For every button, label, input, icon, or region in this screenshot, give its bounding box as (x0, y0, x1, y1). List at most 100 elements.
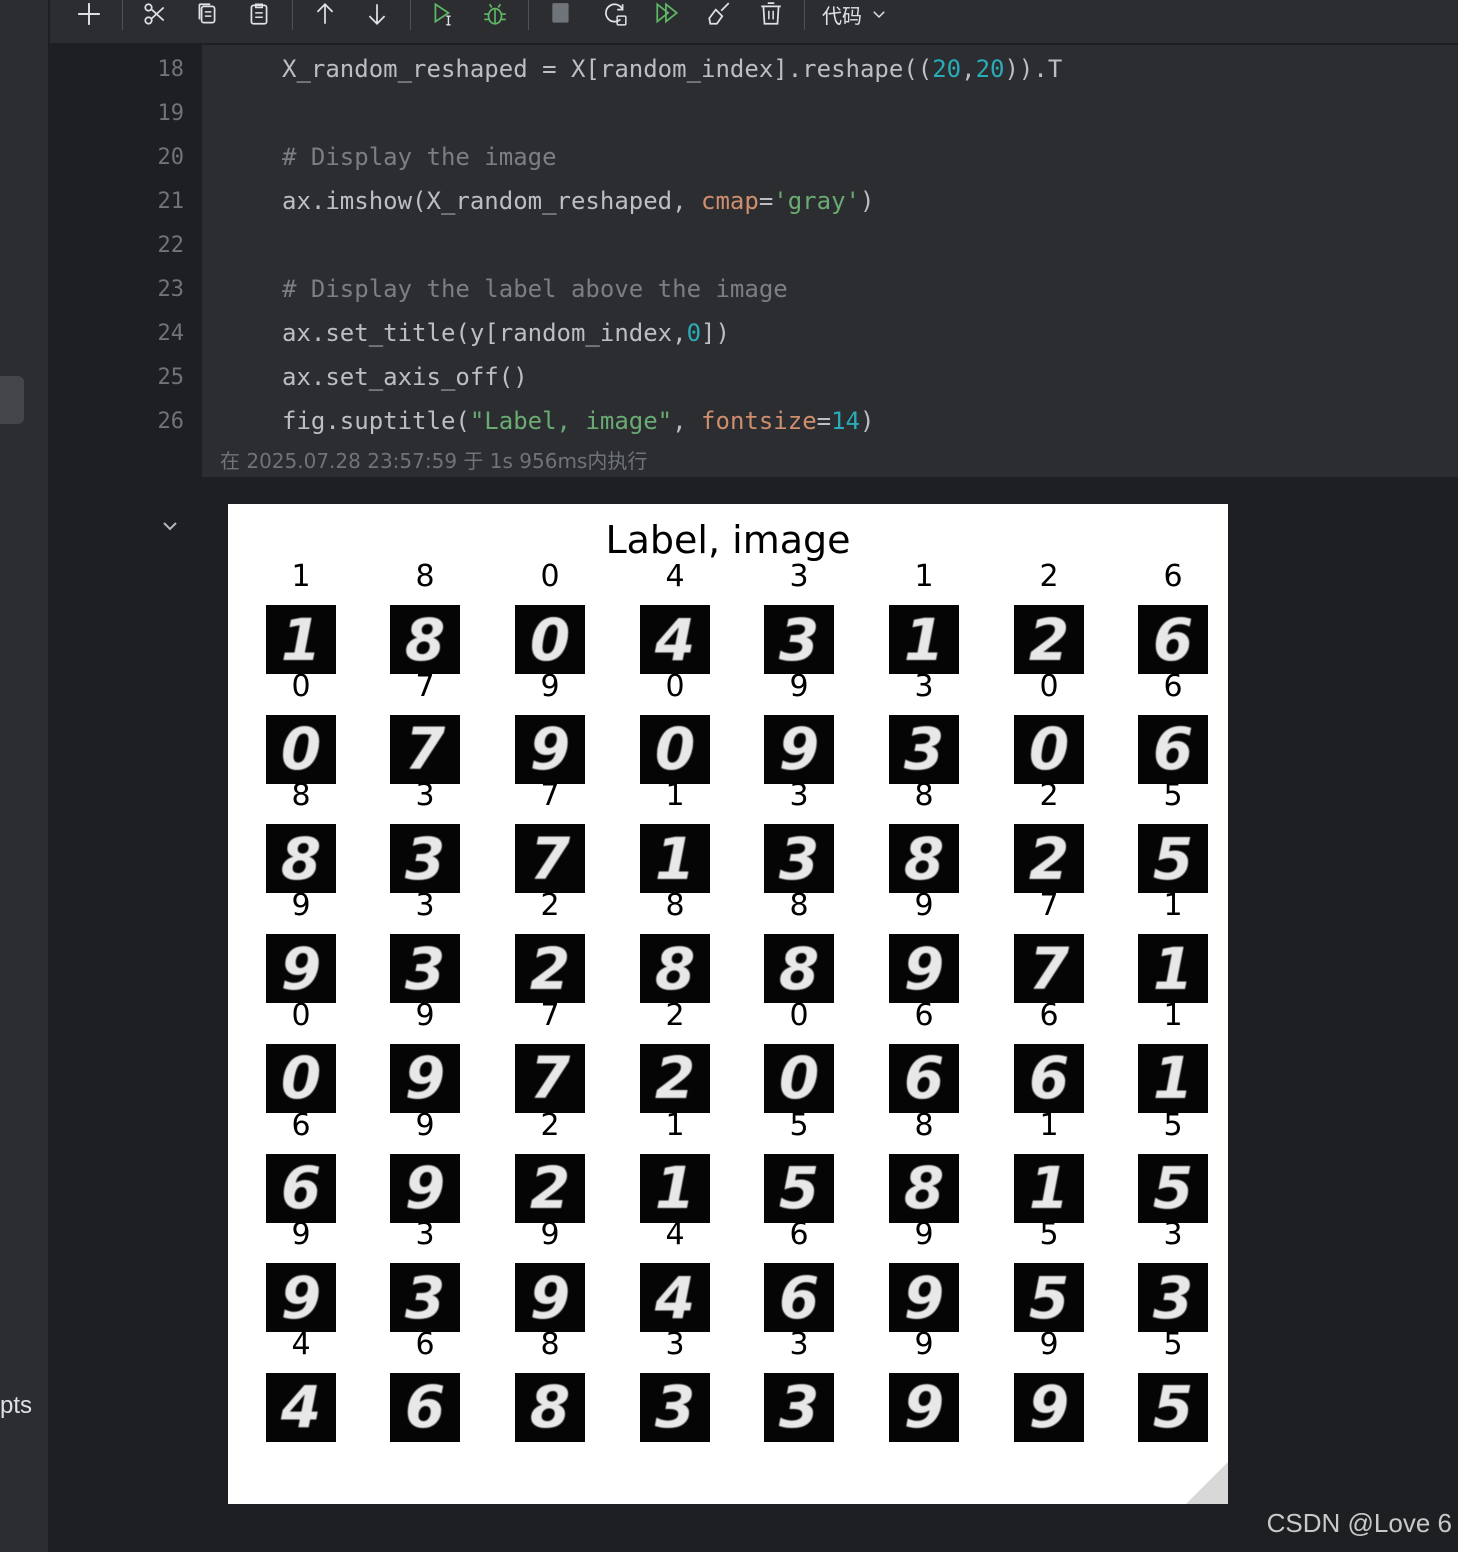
code-token: T (1047, 55, 1063, 83)
code-cell[interactable]: 18 19 20 21 22 23 24 25 26 在 2025.07.28 23:57:59… (50, 45, 1458, 477)
subplot-title: 6 (789, 1217, 809, 1253)
subplot-title: 6 (415, 1326, 435, 1362)
digit-image: 9 (889, 934, 959, 1004)
digit-glyph: 6 (1152, 605, 1194, 674)
digit-image: 2 (640, 1043, 710, 1113)
digit-glyph: 7 (529, 824, 571, 893)
digit-image: 3 (390, 1263, 460, 1333)
run-cursor-icon[interactable] (426, 0, 460, 28)
digit-image: 9 (1014, 1372, 1084, 1442)
subplot-title: 8 (415, 559, 435, 594)
digit-glyph: 9 (778, 715, 820, 784)
restart-run-icon[interactable] (598, 0, 632, 28)
line-number: 22 (157, 233, 185, 258)
subplot-title: 1 (665, 1107, 685, 1143)
digit-image: 6 (1014, 1043, 1084, 1113)
digit-image: 1 (640, 824, 710, 894)
code-token: , (961, 55, 976, 83)
subplot-title: 3 (415, 888, 435, 924)
digit-glyph: 6 (778, 1263, 820, 1332)
digit-image: 3 (764, 1372, 834, 1442)
digit-image: 7 (1014, 934, 1084, 1004)
clear-icon[interactable] (702, 0, 736, 28)
subplot-title: 0 (291, 668, 311, 704)
code-token: # Display the image (282, 143, 557, 171)
digit-image: 0 (515, 605, 585, 674)
code-token: ax.set_axis_off() (282, 363, 528, 391)
paste-icon[interactable] (242, 0, 276, 28)
debug-icon[interactable] (478, 0, 512, 28)
digit-image: 3 (764, 824, 834, 894)
digit-image: 0 (266, 1043, 336, 1113)
sidebar-partial-label: pts (0, 1392, 33, 1419)
digit-glyph: 4 (654, 605, 696, 674)
digit-glyph: 2 (1028, 824, 1070, 893)
code-line[interactable]: ax.imshow(X_random_reshaped, cmap='gray'… (282, 187, 874, 215)
subplot-title: 0 (540, 559, 560, 594)
code-token: 'gray' (773, 187, 860, 215)
digit-glyph: 1 (903, 605, 945, 674)
digit-glyph: 9 (280, 934, 322, 1003)
code-token: ax.imshow(X_random_reshaped, (282, 187, 702, 215)
subplot-title: 8 (540, 1326, 560, 1362)
cell-type-dropdown[interactable]: 代码 (822, 0, 888, 28)
digit-glyph: 8 (903, 824, 945, 893)
code-editor[interactable]: 在 2025.07.28 23:57:59 于 1s 956ms内执行 X_ra… (202, 45, 1458, 477)
digit-glyph: 8 (404, 605, 446, 674)
digit-image: 4 (640, 605, 710, 674)
code-line[interactable]: # Display the label above the image (282, 275, 788, 303)
digit-image: 6 (266, 1153, 336, 1223)
resize-handle-icon[interactable] (1186, 1462, 1228, 1504)
subplot-title: 1 (665, 778, 685, 814)
digit-image: 6 (889, 1043, 959, 1113)
digit-glyph: 0 (280, 715, 322, 784)
cell-type-label: 代码 (822, 3, 862, 28)
arrow-up-icon[interactable] (308, 0, 342, 28)
subplot-title: 4 (665, 1217, 685, 1253)
delete-icon[interactable] (754, 0, 788, 28)
copy-icon[interactable] (190, 0, 224, 28)
digit-glyph: 9 (903, 1263, 945, 1332)
code-token: = (758, 187, 774, 215)
toolbar-separator (528, 0, 529, 30)
stop-icon[interactable] (544, 0, 578, 28)
subplot-title: 5 (1039, 1217, 1059, 1253)
subplot-title: 2 (665, 997, 685, 1033)
code-line[interactable]: fig.suptitle("Label, image", fontsize=14… (282, 407, 874, 435)
digit-image: 8 (640, 934, 710, 1004)
collapse-output-toggle[interactable] (158, 514, 182, 538)
digit-glyph: 5 (1152, 824, 1194, 893)
digit-image: 7 (515, 824, 585, 894)
left-tool-strip (0, 0, 48, 1552)
code-token: , (672, 407, 702, 435)
digit-image: 8 (390, 605, 460, 674)
subplot-title: 1 (1163, 997, 1183, 1033)
digit-glyph: 5 (778, 1154, 820, 1222)
left-tool-tab[interactable] (0, 376, 24, 424)
run-all-icon[interactable] (650, 0, 684, 28)
code-line[interactable]: ax.set_title(y[random_index,0]) (282, 319, 730, 347)
cut-icon[interactable] (138, 0, 172, 28)
code-line[interactable]: # Display the image (282, 143, 557, 171)
code-token: fig.suptitle( (282, 407, 470, 435)
digit-glyph: 5 (1152, 1154, 1194, 1222)
code-line[interactable]: ax.set_axis_off() (282, 363, 528, 391)
digit-glyph: 3 (404, 824, 446, 893)
line-number: 23 (157, 277, 185, 302)
arrow-down-icon[interactable] (360, 0, 394, 28)
toolbar-separator (804, 0, 805, 30)
subplot-title: 9 (914, 1217, 934, 1253)
output-figure: Label, image 118800443311226600779900993… (228, 504, 1228, 1504)
code-line[interactable]: X_random_reshaped = X[random_index].resh… (282, 55, 1062, 83)
digit-glyph: 6 (903, 1044, 945, 1113)
digit-image: 6 (764, 1263, 834, 1333)
digit-glyph: 9 (903, 934, 945, 1003)
subplot-title: 9 (291, 1217, 311, 1253)
digit-glyph: 9 (903, 1373, 945, 1442)
plus-icon[interactable] (72, 0, 106, 28)
digit-glyph: 6 (404, 1373, 446, 1442)
toolbar-separator (410, 0, 411, 30)
digit-image: 9 (390, 1043, 460, 1113)
digit-glyph: 8 (778, 934, 820, 1003)
digit-image: 4 (640, 1263, 710, 1333)
